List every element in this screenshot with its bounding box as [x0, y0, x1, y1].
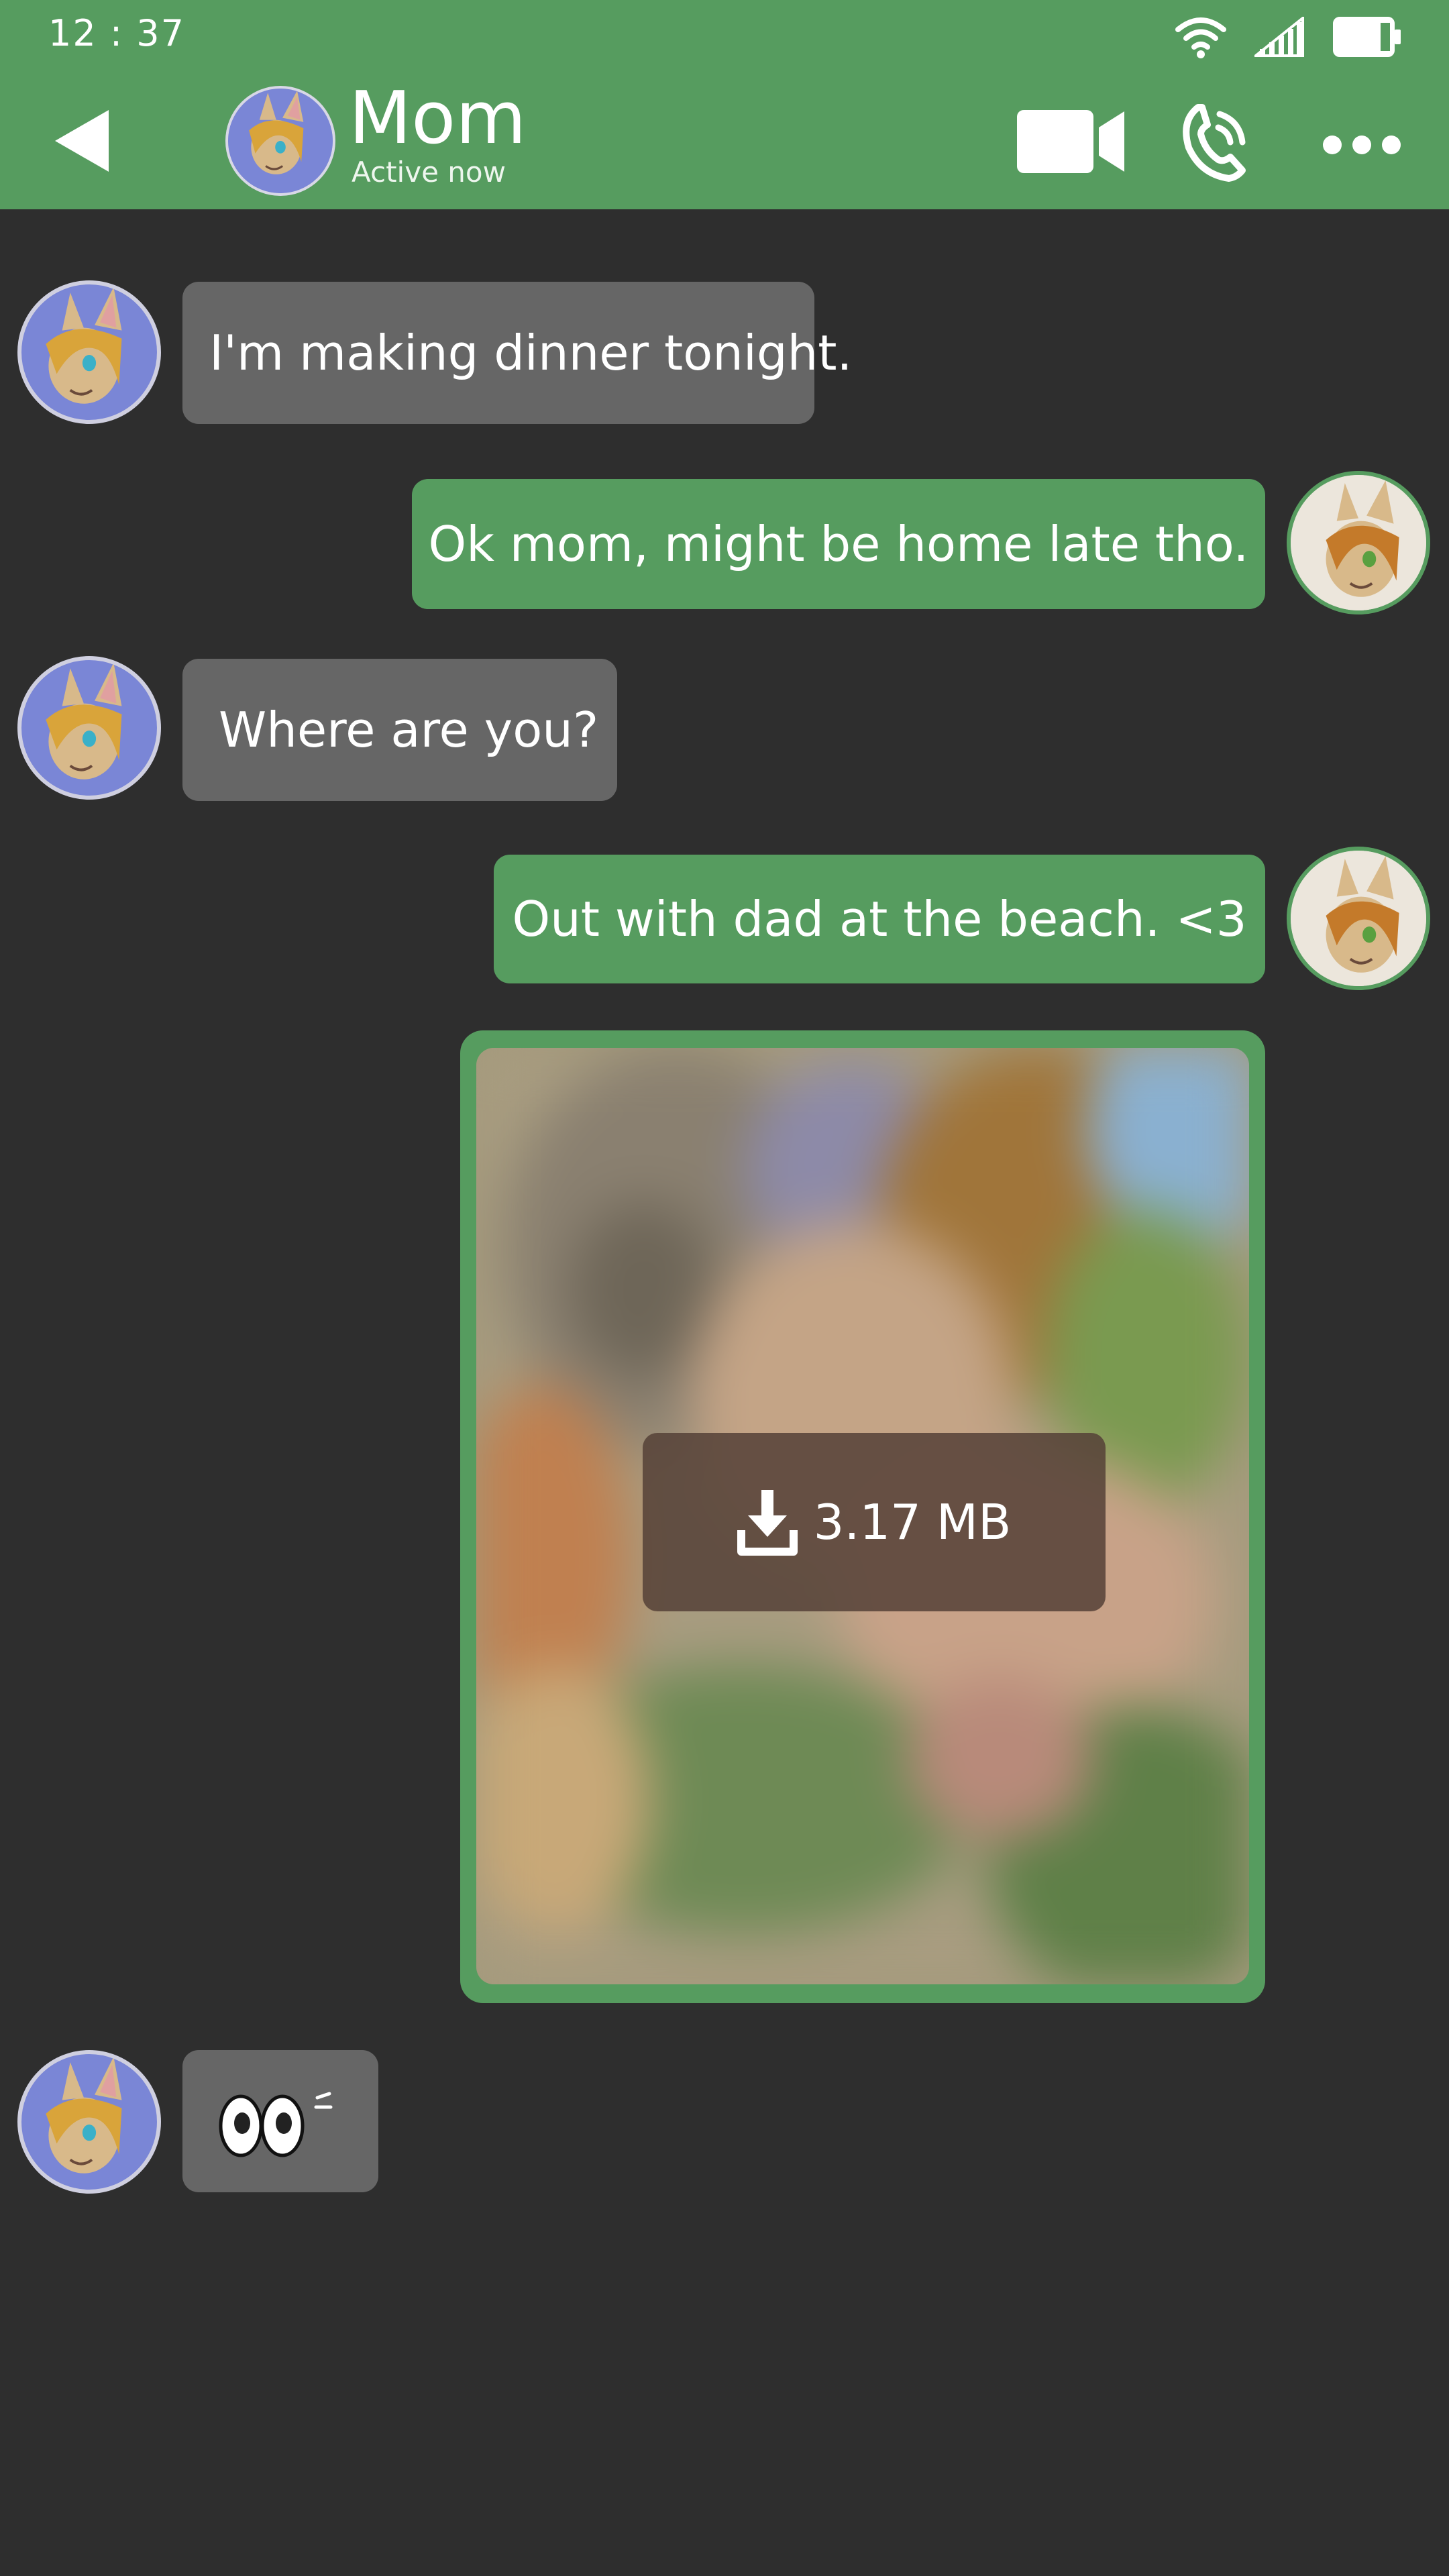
my-portrait-image [1291, 851, 1426, 986]
back-arrow-icon[interactable] [51, 107, 111, 174]
signal-icon [1254, 17, 1304, 57]
my-avatar[interactable] [1287, 471, 1430, 614]
download-icon [737, 1490, 798, 1556]
file-size-label: 3.17 MB [813, 1494, 1012, 1550]
video-camera-icon[interactable] [1017, 107, 1124, 176]
status-time: 12 : 37 [48, 12, 185, 54]
contact-name[interactable]: Mom [349, 75, 526, 162]
my-avatar[interactable] [1287, 847, 1430, 990]
phone-call-icon[interactable] [1178, 101, 1252, 182]
mom-portrait-image [46, 2057, 122, 2174]
chat-header: 12 : 37 Mom Active now [0, 0, 1449, 209]
mom-avatar[interactable] [17, 656, 161, 800]
mom-avatar[interactable] [17, 2050, 161, 2194]
battery-icon [1333, 17, 1401, 57]
blurred-image-preview[interactable]: 3.17 MB [476, 1048, 1249, 1984]
message-bubble-incoming[interactable]: Where are you? [182, 659, 617, 801]
mom-avatar[interactable] [17, 280, 161, 424]
mom-portrait-image [46, 663, 122, 780]
mom-portrait-image [46, 287, 122, 404]
mom-portrait-image [228, 89, 333, 193]
contact-avatar[interactable] [225, 86, 335, 196]
image-message[interactable]: 3.17 MB [460, 1030, 1265, 2003]
staring-eyes-icon [219, 2092, 333, 2157]
message-bubble-outgoing[interactable]: Out with dad at the beach. <3 [494, 855, 1265, 983]
message-bubble-outgoing[interactable]: Ok mom, might be home late tho. [412, 479, 1265, 609]
wifi-icon [1175, 17, 1226, 58]
message-bubble-incoming[interactable]: I'm making dinner tonight. [182, 282, 852, 424]
status-icons [1175, 13, 1402, 60]
contact-status: Active now [352, 156, 506, 189]
message-bubble-incoming[interactable] [182, 2050, 378, 2192]
more-dots-icon[interactable] [1322, 131, 1402, 158]
download-button[interactable]: 3.17 MB [643, 1433, 1106, 1611]
my-portrait-image [1291, 475, 1426, 610]
